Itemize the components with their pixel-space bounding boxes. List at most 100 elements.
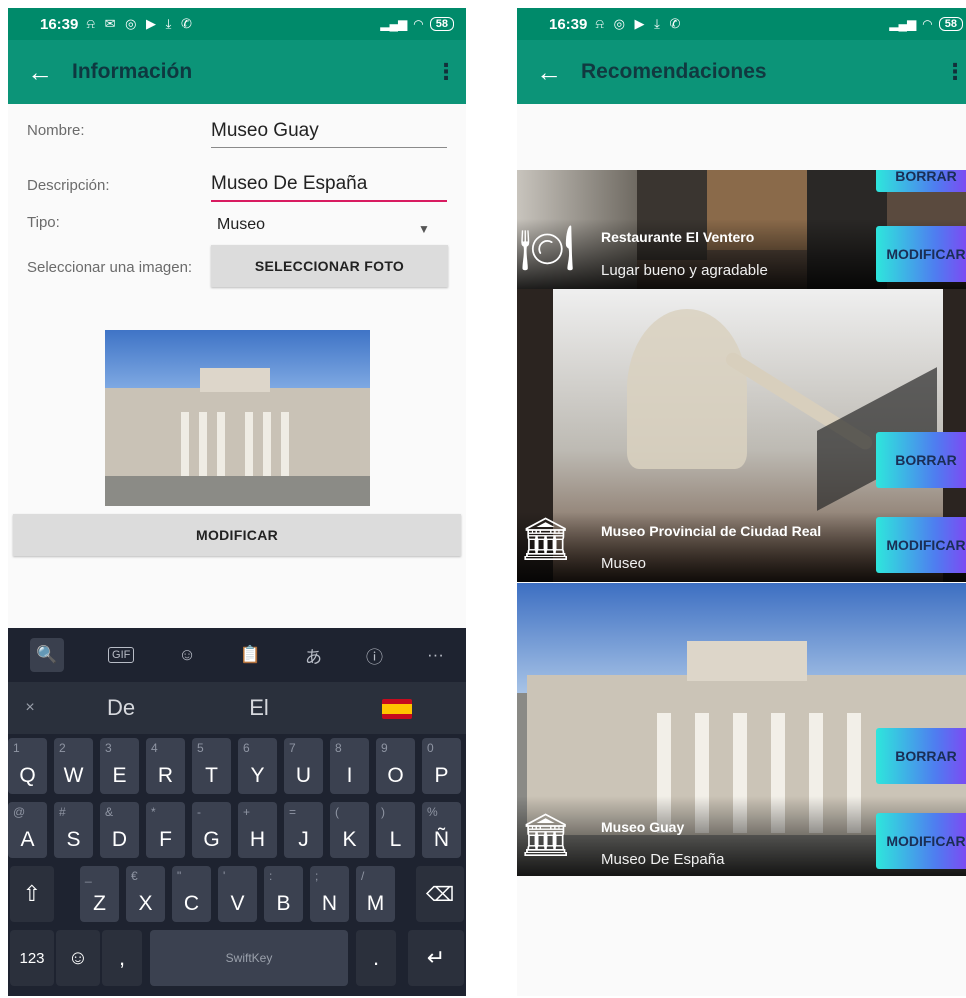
key-secondary-label: : — [269, 869, 273, 883]
key-label: F — [159, 828, 172, 851]
key-secondary-label: 8 — [335, 741, 342, 755]
key-z[interactable]: Z _ — [80, 866, 119, 922]
chevron-down-icon[interactable]: ▼ — [418, 222, 430, 236]
key-j[interactable]: J = — [284, 802, 323, 858]
key-label: W — [63, 764, 84, 787]
key-t[interactable]: T5 — [192, 738, 231, 794]
key-label: H — [249, 828, 266, 851]
delete-button[interactable]: BORRAR — [876, 170, 966, 192]
status-time: 16:39 — [40, 15, 79, 33]
key-label: Ñ — [433, 828, 450, 851]
key-a[interactable]: A @ — [8, 802, 47, 858]
key-c[interactable]: C " — [172, 866, 211, 922]
suggestion-flag[interactable] — [328, 695, 466, 721]
key-b[interactable]: B: — [264, 866, 303, 922]
battery-icon: 58 — [429, 17, 454, 31]
key-label: U — [295, 764, 312, 787]
key-f[interactable]: F * — [146, 802, 185, 858]
descripcion-input[interactable]: Museo De España — [211, 173, 447, 200]
more-icon[interactable]: ··· — [427, 645, 444, 665]
key-secondary-label: 5 — [197, 741, 204, 755]
translate-icon[interactable]: あ — [305, 643, 322, 668]
key-p[interactable]: P0 — [422, 738, 461, 794]
key-g[interactable]: G- — [192, 802, 231, 858]
key-secondary-label: 0 — [427, 741, 434, 755]
key-i[interactable]: I8 — [330, 738, 369, 794]
descripcion-label: Descripción: — [27, 177, 110, 194]
key-k[interactable]: K( — [330, 802, 369, 858]
key-secondary-label: ( — [335, 805, 339, 819]
key-label: G — [203, 828, 220, 851]
key-m[interactable]: M / — [356, 866, 395, 922]
emoji-key[interactable]: ☺ — [56, 930, 100, 986]
back-arrow-icon[interactable]: ← — [517, 57, 581, 88]
info-icon[interactable]: ⓘ — [366, 643, 383, 668]
nombre-input[interactable]: Museo Guay — [211, 120, 447, 147]
key-y[interactable]: Y6 — [238, 738, 277, 794]
key-u[interactable]: U7 — [284, 738, 323, 794]
overflow-menu-icon[interactable]: ⋮ — [426, 59, 466, 85]
key-s[interactable]: S # — [54, 802, 93, 858]
recommendations-screen: 16:39 ⍾ ◎ ▶ ⤓ ✆ ▂▄▆ ◠ 58 ← Recomendacion… — [517, 8, 966, 996]
key-ñ[interactable]: Ñ% — [422, 802, 461, 858]
key-label: J — [298, 828, 309, 851]
tipo-select[interactable]: Museo — [217, 216, 265, 234]
gif-icon[interactable]: GIF — [108, 647, 135, 663]
list-item-museo-provincial[interactable]: 🏛 Museo Provincial de Ciudad Real Museo … — [517, 289, 966, 582]
key-label: Q — [19, 764, 36, 787]
key-label: C — [183, 892, 200, 915]
key-secondary-label: 9 — [381, 741, 388, 755]
delete-button[interactable]: BORRAR — [876, 432, 966, 488]
close-suggestions-icon[interactable]: × — [8, 699, 52, 717]
card-subtitle: Museo De España — [601, 851, 725, 868]
modify-button[interactable]: MODIFICAR — [876, 517, 966, 573]
key-n[interactable]: N; — [310, 866, 349, 922]
key-label: T — [205, 764, 218, 787]
nombre-label: Nombre: — [27, 122, 85, 139]
space-bar[interactable]: SwiftKey — [150, 930, 348, 986]
spain-flag-icon — [382, 699, 412, 720]
key-e[interactable]: E3 — [100, 738, 139, 794]
enter-key[interactable]: ↵ — [408, 930, 464, 986]
key-secondary-label: ; — [315, 869, 319, 883]
key-secondary-label: % — [427, 805, 438, 819]
key-x[interactable]: X € — [126, 866, 165, 922]
page-title: Recomendaciones — [581, 60, 767, 83]
key-secondary-label: 6 — [243, 741, 250, 755]
clipboard-icon[interactable]: 📋 — [240, 645, 261, 665]
comma-key[interactable]: , — [102, 930, 142, 986]
key-label: B — [276, 892, 291, 915]
list-item-museo-guay[interactable]: 🏛 Museo Guay Museo De España BORRAR MODI… — [517, 583, 966, 876]
key-label: A — [20, 828, 35, 851]
search-icon[interactable]: 🔍 — [30, 638, 64, 672]
delete-button[interactable]: BORRAR — [876, 728, 966, 784]
key-w[interactable]: W2 — [54, 738, 93, 794]
keyboard: 🔍 GIF ☺ 📋 あ ⓘ ··· × De El Q1W2E3R4T5Y6U7… — [8, 628, 466, 996]
key-secondary-label: = — [289, 805, 297, 819]
modify-button[interactable]: MODIFICAR — [13, 514, 461, 556]
back-arrow-icon[interactable]: ← — [8, 57, 72, 88]
key-q[interactable]: Q1 — [8, 738, 47, 794]
tipo-label: Tipo: — [27, 214, 60, 231]
key-secondary-label: @ — [13, 805, 26, 819]
list-item-restaurant[interactable]: 🍽 Restaurante El Ventero Lugar bueno y a… — [517, 170, 966, 289]
key-h[interactable]: H + — [238, 802, 277, 858]
select-photo-button[interactable]: SELECCIONAR FOTO — [211, 245, 448, 287]
sticker-icon[interactable]: ☺ — [178, 645, 195, 665]
period-key[interactable]: . — [356, 930, 396, 986]
key-r[interactable]: R4 — [146, 738, 185, 794]
key-o[interactable]: O9 — [376, 738, 415, 794]
shift-key[interactable]: ⇧ — [10, 866, 54, 922]
modify-button[interactable]: MODIFICAR — [876, 813, 966, 869]
modify-button[interactable]: MODIFICAR — [876, 226, 966, 282]
suggestion-1[interactable]: De — [52, 695, 190, 721]
key-d[interactable]: D & — [100, 802, 139, 858]
backspace-key[interactable]: ⌫ — [416, 866, 464, 922]
key-label: L — [389, 828, 402, 851]
key-v[interactable]: V ' — [218, 866, 257, 922]
suggestion-2[interactable]: El — [190, 695, 328, 721]
numbers-key[interactable]: 123 — [10, 930, 54, 986]
app-bar: ← Información ⋮ — [8, 40, 466, 104]
overflow-menu-icon[interactable]: ⋮ — [935, 59, 966, 85]
key-l[interactable]: L) — [376, 802, 415, 858]
